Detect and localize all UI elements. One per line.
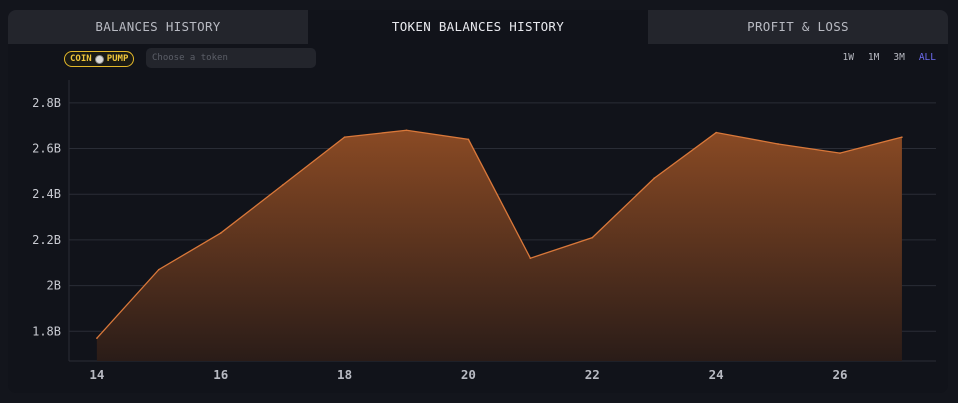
area-chart: 1.8B 2B 2.2B 2.4B 2.6B 2.8B 14 16 18 20 22 24 26 <box>32 80 936 382</box>
data-point <box>157 268 160 271</box>
x-tick-label: 22 <box>585 367 600 382</box>
data-point <box>343 136 346 138</box>
y-tick-label: 2B <box>47 279 61 293</box>
y-tick-label: 2.2B <box>32 233 61 247</box>
x-tick-label: 20 <box>461 367 476 382</box>
y-tick-label: 2.8B <box>32 96 61 110</box>
data-point <box>715 131 717 134</box>
x-tick-label: 16 <box>213 367 228 382</box>
data-point <box>281 184 284 186</box>
data-point <box>591 236 594 239</box>
data-point <box>96 337 98 339</box>
x-tick-label: 14 <box>89 367 104 382</box>
data-point <box>219 232 222 234</box>
data-point <box>405 129 408 132</box>
data-point <box>901 136 903 138</box>
data-point <box>653 177 656 180</box>
y-tick-label: 2.6B <box>32 142 61 156</box>
x-tick-label: 26 <box>832 367 847 382</box>
data-point <box>777 143 779 145</box>
area-fill <box>96 130 902 361</box>
data-point <box>839 152 841 154</box>
y-tick-label: 1.8B <box>32 324 61 338</box>
y-tick-label: 2.4B <box>32 187 61 201</box>
x-tick-label: 24 <box>709 367 724 382</box>
data-point <box>529 257 532 259</box>
chart-panel: BALANCES HISTORY TOKEN BALANCES HISTORY … <box>8 10 948 393</box>
data-point <box>467 138 470 141</box>
x-tick-label: 18 <box>337 367 352 382</box>
